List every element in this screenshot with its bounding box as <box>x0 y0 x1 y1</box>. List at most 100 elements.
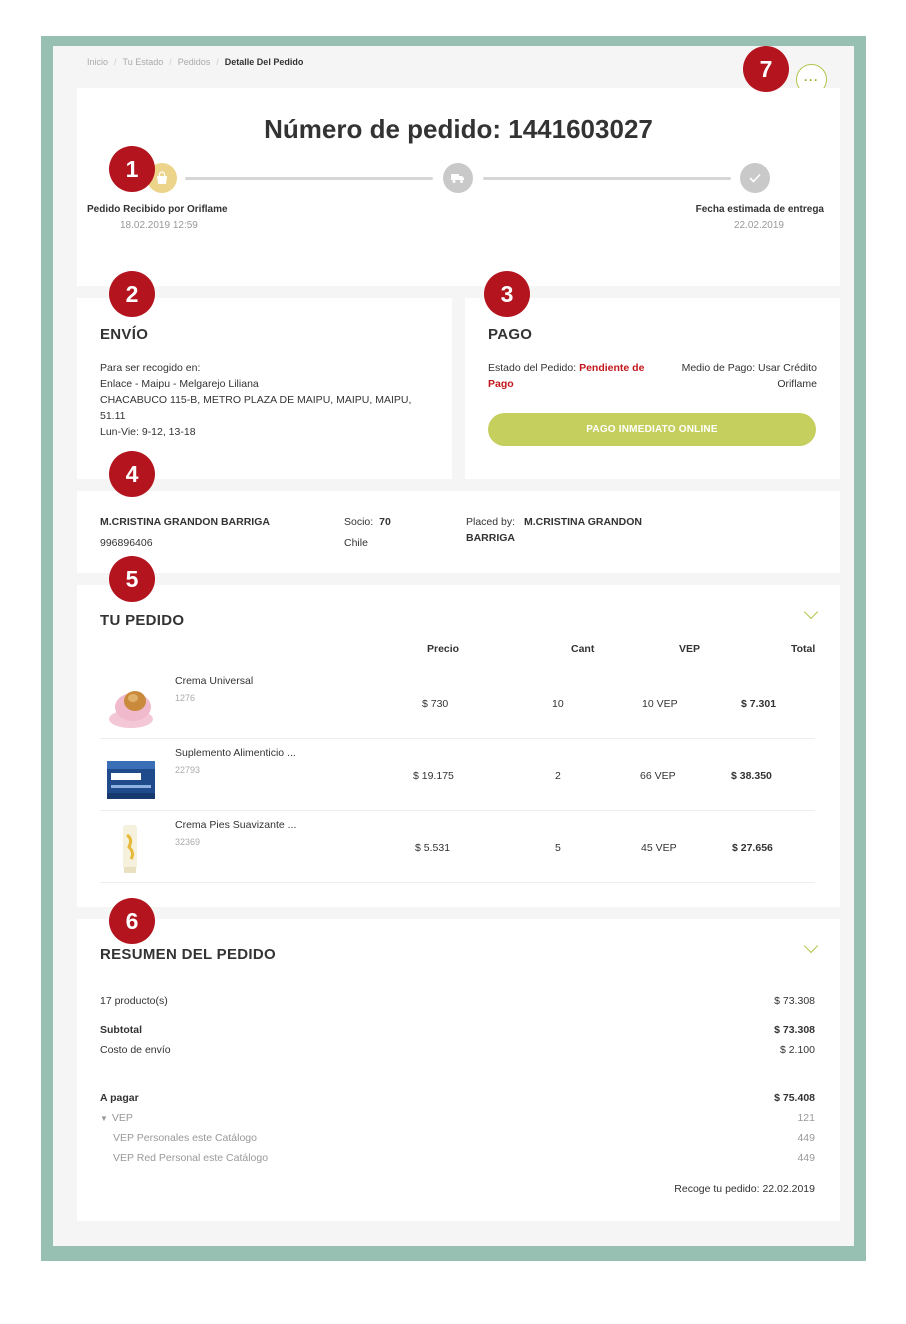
payment-method-line: Oriflame <box>777 378 817 390</box>
product-code: 1276 <box>175 693 196 703</box>
chevron-down-icon[interactable] <box>803 938 819 954</box>
check-icon <box>740 163 770 193</box>
breadcrumb-inicio[interactable]: Inicio <box>87 57 108 67</box>
shipping-line: Para ser recogido en: <box>100 362 201 374</box>
header-total: Total <box>791 643 816 655</box>
table-row[interactable]: Suplemento Alimenticio ... 22793 $ 19.17… <box>100 739 815 811</box>
summary-value: $ 2.100 <box>779 1044 815 1056</box>
breadcrumb-separator: / <box>114 57 117 67</box>
product-image-foot-cream <box>105 821 157 877</box>
product-name: Suplemento Alimenticio ... <box>175 747 296 759</box>
truck-icon <box>443 163 473 193</box>
pay-online-button[interactable]: PAGO INMEDIATO ONLINE <box>488 413 816 446</box>
table-row[interactable]: Crema Universal 1276 $ 730 10 10 VEP $ 7… <box>100 667 815 739</box>
breadcrumb-pedidos[interactable]: Pedidos <box>178 57 211 67</box>
summary-value: 449 <box>797 1132 815 1144</box>
shipping-title: ENVÍO <box>100 326 149 343</box>
marker-4: 4 <box>109 451 155 497</box>
product-code: 22793 <box>175 765 201 775</box>
summary-vep-personal-row: VEP Personales este Catálogo 449 <box>113 1132 815 1144</box>
progress-line <box>185 177 433 180</box>
customer-socio: Socio: 70 <box>344 514 391 530</box>
pickup-value: 22.02.2019 <box>762 1183 815 1195</box>
placed-by-name-2: BARRIGA <box>466 532 515 544</box>
order-status-card: Número de pedido: 1441603027 Pedido Reci… <box>77 88 840 286</box>
shipping-line: 51.11 <box>100 410 126 422</box>
marker-5: 5 <box>109 556 155 602</box>
pickup-date: Recoge tu pedido: 22.02.2019 <box>674 1181 815 1197</box>
summary-vep-row[interactable]: ▼ VEP 121 <box>100 1112 815 1124</box>
product-code: 32369 <box>175 837 201 847</box>
summary-label: VEP Personales este Catálogo <box>113 1132 257 1144</box>
item-vep: 45 VEP <box>641 842 677 854</box>
order-summary-card: RESUMEN DEL PEDIDO 17 producto(s) $ 73.3… <box>77 919 840 1221</box>
item-vep: 10 VEP <box>642 698 678 710</box>
row-divider <box>100 882 815 883</box>
summary-label: VEP <box>111 1112 133 1124</box>
payment-status-value-2: Pago <box>488 378 514 390</box>
step-delivery-label: Fecha estimada de entrega <box>695 204 824 215</box>
product-image-supplement <box>105 749 157 805</box>
summary-label: 17 producto(s) <box>100 995 168 1007</box>
summary-vep-red-row: VEP Red Personal este Catálogo 449 <box>113 1152 815 1164</box>
product-name: Crema Universal <box>175 675 254 687</box>
marker-6: 6 <box>109 898 155 944</box>
product-name: Crema Pies Suavizante ... <box>175 819 297 831</box>
summary-vep-toggle[interactable]: ▼ VEP <box>100 1112 133 1124</box>
summary-label: A pagar <box>100 1092 139 1104</box>
summary-value: 121 <box>797 1112 815 1124</box>
payment-title: PAGO <box>488 326 533 343</box>
shipping-address: Para ser recogido en: Enlace - Maipu - M… <box>100 360 430 440</box>
breadcrumb-separator: / <box>216 57 219 67</box>
customer-country: Chile <box>344 537 368 549</box>
page: Inicio / Tu Estado / Pedidos / Detalle D… <box>53 46 854 1246</box>
header-price: Precio <box>427 643 460 655</box>
step-received-label: Pedido Recibido por Oriflame <box>87 204 228 215</box>
chevron-down-icon[interactable] <box>803 604 819 620</box>
breadcrumb-tu-estado[interactable]: Tu Estado <box>123 57 164 67</box>
image-frame: Inicio / Tu Estado / Pedidos / Detalle D… <box>41 36 866 1261</box>
pickup-label: Recoge tu pedido: <box>674 1183 760 1195</box>
item-price: $ 730 <box>422 698 449 710</box>
header-qty: Cant <box>571 643 595 655</box>
progress-line <box>483 177 731 180</box>
payment-status: Estado del Pedido: Pendiente de Pago <box>488 360 653 392</box>
summary-label: VEP Red Personal este Catálogo <box>113 1152 269 1164</box>
customer-phone: 996896406 <box>100 537 153 549</box>
placed-by-name: M.CRISTINA GRANDON <box>523 516 642 528</box>
step-received-date: 18.02.2019 12:59 <box>120 220 198 231</box>
socio-label: Socio: <box>344 516 374 528</box>
summary-value: $ 75.408 <box>774 1092 815 1104</box>
marker-3: 3 <box>484 271 530 317</box>
shipping-line: Lun-Vie: 9-12, 13-18 <box>100 426 196 438</box>
item-total: $ 38.350 <box>731 770 772 782</box>
payment-card: PAGO Estado del Pedido: Pendiente de Pag… <box>465 298 840 479</box>
socio-value: 70 <box>379 516 391 528</box>
item-price: $ 19.175 <box>413 770 454 782</box>
summary-topay-row: A pagar $ 75.408 <box>100 1092 815 1104</box>
summary-value: $ 73.308 <box>774 995 815 1007</box>
shipping-line: Enlace - Maipu - Melgarejo Liliana <box>100 378 259 390</box>
item-total: $ 27.656 <box>732 842 773 854</box>
placed-by: Placed by: M.CRISTINA GRANDON BARRIGA <box>466 514 676 546</box>
summary-label: Costo de envío <box>100 1044 171 1056</box>
breadcrumb-separator: / <box>169 57 172 67</box>
items-title: TU PEDIDO <box>100 612 185 629</box>
item-price: $ 5.531 <box>415 842 451 854</box>
summary-products-row: 17 producto(s) $ 73.308 <box>100 995 815 1007</box>
summary-value: $ 73.308 <box>774 1024 815 1036</box>
marker-1: 1 <box>109 146 155 192</box>
payment-status-label: Estado del Pedido: <box>488 362 577 374</box>
order-number-title: Número de pedido: 1441603027 <box>264 114 653 144</box>
summary-subtotal-row: Subtotal $ 73.308 <box>100 1024 815 1036</box>
payment-status-value: Pendiente de <box>579 362 645 374</box>
breadcrumb-current: Detalle Del Pedido <box>224 57 304 67</box>
item-qty: 5 <box>555 842 561 854</box>
payment-method-line: Medio de Pago: Usar Crédito <box>681 362 817 374</box>
triangle-down-icon: ▼ <box>100 1114 108 1123</box>
placed-by-label: Placed by: <box>466 516 516 528</box>
item-vep: 66 VEP <box>640 770 676 782</box>
product-image-cream <box>105 677 157 733</box>
table-row[interactable]: Crema Pies Suavizante ... 32369 $ 5.531 … <box>100 811 815 883</box>
summary-shipping-row: Costo de envío $ 2.100 <box>100 1044 815 1056</box>
